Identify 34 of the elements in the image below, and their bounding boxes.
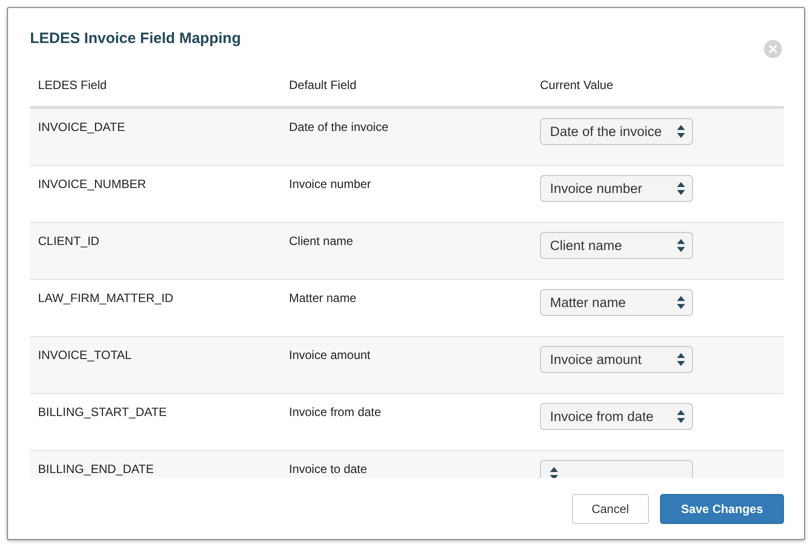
cancel-button[interactable]: Cancel xyxy=(572,494,649,524)
dropdown[interactable]: Client name xyxy=(540,232,693,259)
dropdown[interactable]: Invoice number xyxy=(540,175,693,202)
dropdown[interactable]: Date of the invoice xyxy=(540,118,693,145)
dialog-title: LEDES Invoice Field Mapping xyxy=(30,30,241,49)
table-cell-text: Matter name xyxy=(289,290,358,305)
table-cell-text: Invoice amount xyxy=(289,347,372,362)
table-cell-text: INVOICE_TOTAL xyxy=(38,347,133,362)
table-cell-text: Invoice from date xyxy=(289,404,382,419)
sort-arrows-icon xyxy=(550,467,558,478)
save-button[interactable]: Save Changes xyxy=(660,494,784,524)
column-header: Current Value xyxy=(540,78,614,94)
table-cell-text: LAW_FIRM_MATTER_ID xyxy=(38,290,174,305)
column-header: Default Field xyxy=(289,78,358,94)
sort-arrows-icon xyxy=(677,239,685,252)
table-cell-text: Client name xyxy=(289,233,354,248)
column-header: LEDES Field xyxy=(38,78,108,94)
dropdown[interactable]: Matter name xyxy=(540,289,693,316)
sort-arrows-icon xyxy=(677,182,685,195)
close-icon[interactable] xyxy=(764,40,782,58)
table-cell-text: BILLING_START_DATE xyxy=(38,404,168,419)
table-cell-text: Date of the invoice xyxy=(289,119,390,134)
sort-arrows-icon xyxy=(677,296,685,309)
dropdown[interactable]: Invoice amount xyxy=(540,346,693,373)
dropdown[interactable]: Invoice from date xyxy=(540,403,693,430)
table-cell-text: INVOICE_NUMBER xyxy=(38,176,148,191)
table-cell-text: INVOICE_DATE xyxy=(38,119,126,134)
table-cell-text: BILLING_END_DATE xyxy=(38,461,155,476)
sort-arrows-icon xyxy=(677,410,685,423)
sort-arrows-icon xyxy=(677,125,685,138)
sort-arrows-icon xyxy=(677,353,685,366)
table-cell-text: Invoice number xyxy=(289,176,372,191)
table-cell-text: CLIENT_ID xyxy=(38,233,100,248)
table-cell-text: Invoice to date xyxy=(289,461,368,476)
